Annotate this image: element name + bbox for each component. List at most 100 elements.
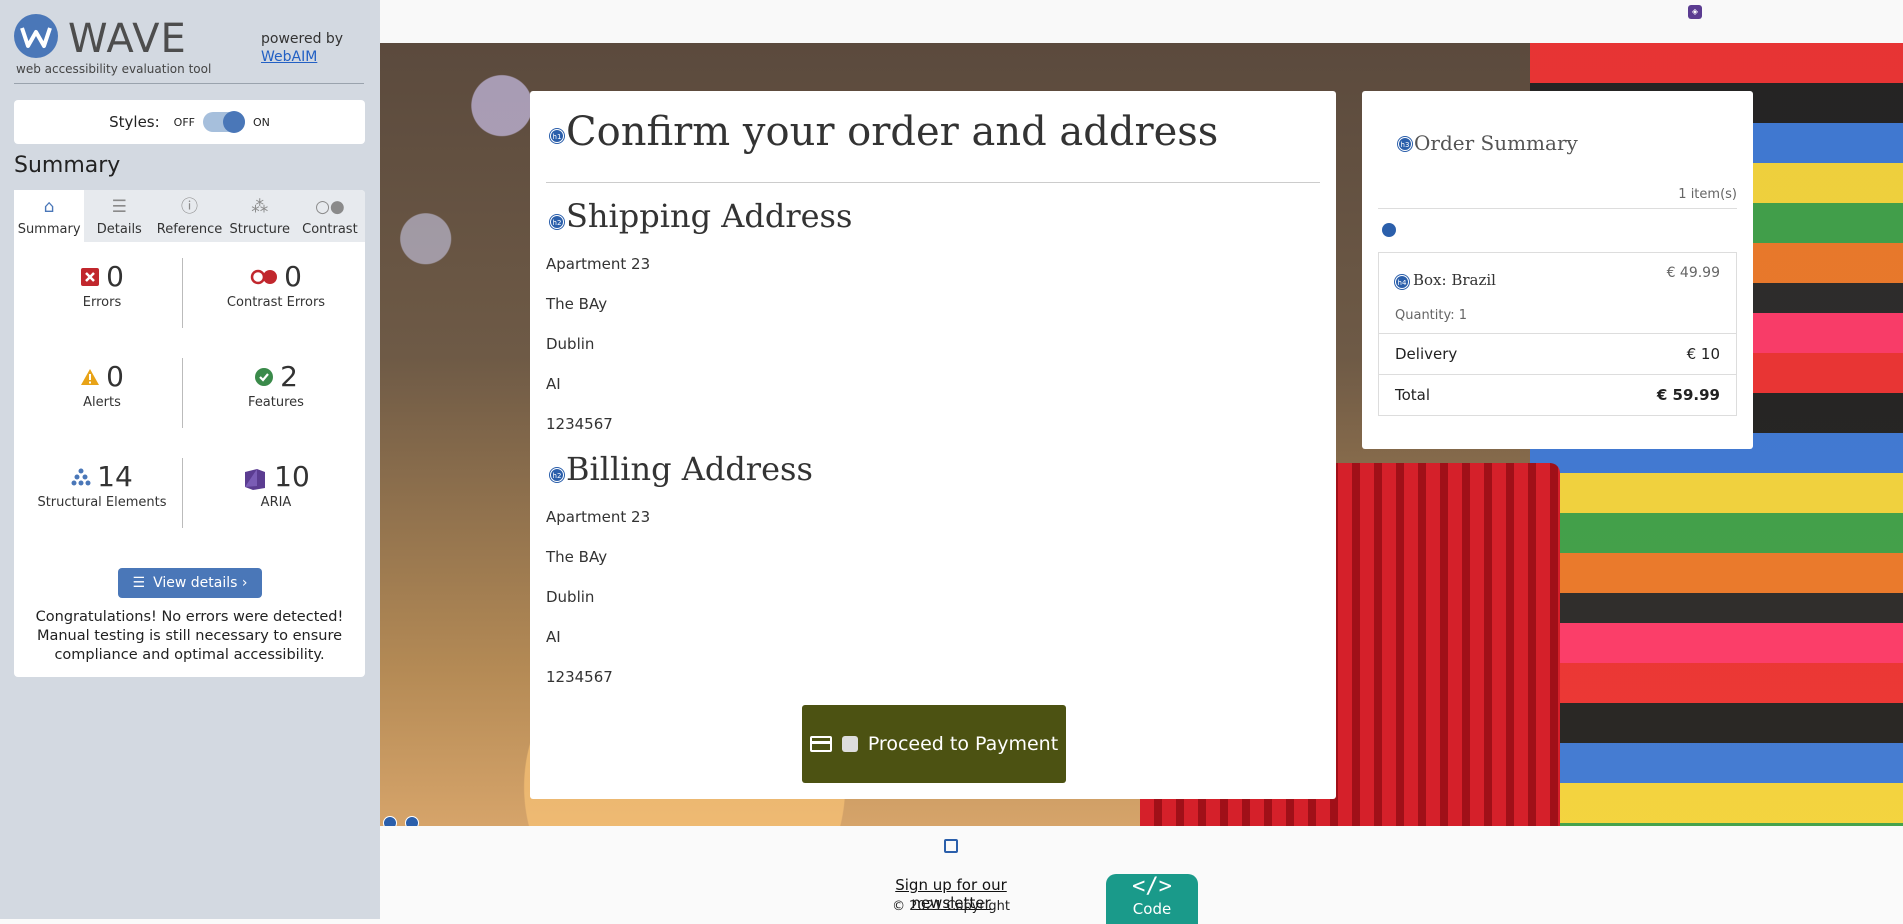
contrast-icon: ○● [315,197,345,217]
structural-label: Structural Elements [37,495,167,510]
alert-icon [80,368,100,388]
stat-contrast-errors[interactable]: 0 Contrast Errors [196,260,356,310]
billing-line: Apartment 23 [546,508,651,526]
list-icon: ☰ [132,575,146,591]
contrast-error-icon [250,268,278,288]
aria-label: ARIA [260,495,292,510]
divider [1378,208,1737,209]
alerts-label: Alerts [83,395,121,410]
tab-contrast[interactable]: ○● Contrast [295,190,365,242]
contrast-errors-label: Contrast Errors [226,295,326,310]
h1-marker-icon[interactable]: h1 [550,129,564,143]
aria-icon [242,468,268,490]
h3-marker-icon[interactable]: h3 [1398,137,1412,151]
page-title: Confirm your order and address [566,109,1219,155]
view-details-button[interactable]: ☰ View details › [118,568,262,598]
structure-tree-icon [71,468,91,488]
footer-marker-icon[interactable] [944,839,958,853]
item-name: Box: Brazil [1413,271,1496,289]
pay-button-label: Proceed to Payment [867,733,1059,755]
wave-sidebar: WAVE web accessibility evaluation tool p… [0,0,380,919]
tab-label: Summary [17,222,81,237]
total-row: Total € 59.99 [1379,374,1736,415]
styles-on-label: ON [252,115,270,129]
stat-aria[interactable]: 10 ARIA [196,460,356,510]
h4-marker-icon[interactable]: h4 [1395,275,1409,289]
styles-toggle[interactable] [202,111,245,133]
shipping-line: The BAy [546,295,608,313]
delivery-row: Delivery € 10 [1379,333,1736,374]
feature-check-icon [254,367,274,388]
view-details-label: View details › [153,575,248,591]
order-summary-title: Order Summary [1414,131,1578,155]
wave-tabs: ⌂ Summary ☰ Details ⓘ Reference ⁂ Struct… [14,190,365,242]
webaim-link[interactable]: WebAIM [261,49,317,65]
item-quantity: Quantity: 1 [1395,308,1468,323]
divider [182,358,183,428]
shipping-heading: Shipping Address [566,197,853,235]
billing-line: Dublin [546,588,595,606]
aria-count: 10 [274,460,310,493]
powered-by: powered by WebAIM [261,30,343,66]
structure-icon: ⁂ [251,197,269,217]
styles-off-label: OFF [173,115,195,129]
total-label: Total [1395,386,1431,404]
alerts-count: 0 [106,360,124,393]
tab-structure[interactable]: ⁂ Structure [225,190,295,242]
features-label: Features [248,395,304,410]
order-confirm-card: h1 Confirm your order and address h2 Shi… [530,91,1336,799]
billing-line: AI [546,628,561,646]
summary-panel: ⌂ Summary ☰ Details ⓘ Reference ⁂ Struct… [14,190,365,677]
home-icon: ⌂ [43,197,55,217]
error-icon [80,267,100,288]
page-top-bar [380,0,1903,43]
list-marker-icon[interactable] [1382,223,1396,237]
items-count: 1 item(s) [1678,187,1737,202]
stat-alerts[interactable]: 0 Alerts [22,360,182,410]
shipping-line: 1234567 [546,415,613,433]
contrast-errors-count: 0 [284,260,302,293]
billing-heading: Billing Address [566,450,813,488]
aria-marker-icon[interactable]: ◈ [1688,5,1702,19]
billing-line: 1234567 [546,668,613,686]
summary-heading: Summary [14,153,121,178]
h2-marker-icon[interactable]: h2 [550,468,564,482]
errors-label: Errors [82,295,122,310]
divider [182,258,183,328]
divider [546,182,1320,183]
page-footer: Sign up for our newsletter © 2021 Copyri… [380,826,1903,924]
credit-card-icon [809,736,832,752]
total-value: € 59.99 [1656,386,1720,404]
features-count: 2 [280,360,298,393]
stat-errors[interactable]: 0 Errors [22,260,182,310]
stat-structural[interactable]: 14 Structural Elements [22,460,182,510]
h2-marker-icon[interactable]: h2 [550,215,564,229]
code-icon: </> [1132,874,1172,899]
order-summary-card: h3 Order Summary 1 item(s) h4 Box: Brazi… [1362,91,1753,449]
structural-count: 14 [97,460,133,493]
tab-reference[interactable]: ⓘ Reference [154,190,224,242]
tab-label: Reference [156,222,223,237]
errors-count: 0 [106,260,124,293]
summary-item-row: h4 Box: Brazil € 49.99 Quantity: 1 [1379,253,1736,333]
summary-table: h4 Box: Brazil € 49.99 Quantity: 1 Deliv… [1378,252,1737,416]
tab-label: Contrast [302,222,358,237]
toggle-knob [222,111,245,133]
powered-by-label: powered by [261,31,344,47]
tab-summary[interactable]: ⌂ Summary [14,190,85,242]
billing-line: The BAy [546,548,608,566]
styles-label: Styles: [109,113,160,131]
congratulations-message: Congratulations! No errors were detected… [35,609,344,663]
copyright-text: © 2021 Copyright [892,899,1010,914]
item-price: € 49.99 [1666,265,1720,281]
aria-marker-icon [841,736,858,752]
proceed-to-payment-button[interactable]: Proceed to Payment [802,705,1066,783]
tab-details[interactable]: ☰ Details [84,190,154,242]
wave-header: WAVE web accessibility evaluation tool p… [14,14,364,84]
code-label: Code [1132,900,1172,918]
wave-tagline: web accessibility evaluation tool [16,62,212,76]
shipping-line: AI [546,375,561,393]
code-button[interactable]: </> Code [1106,874,1198,924]
stat-features[interactable]: 2 Features [196,360,356,410]
list-icon: ☰ [111,197,127,217]
